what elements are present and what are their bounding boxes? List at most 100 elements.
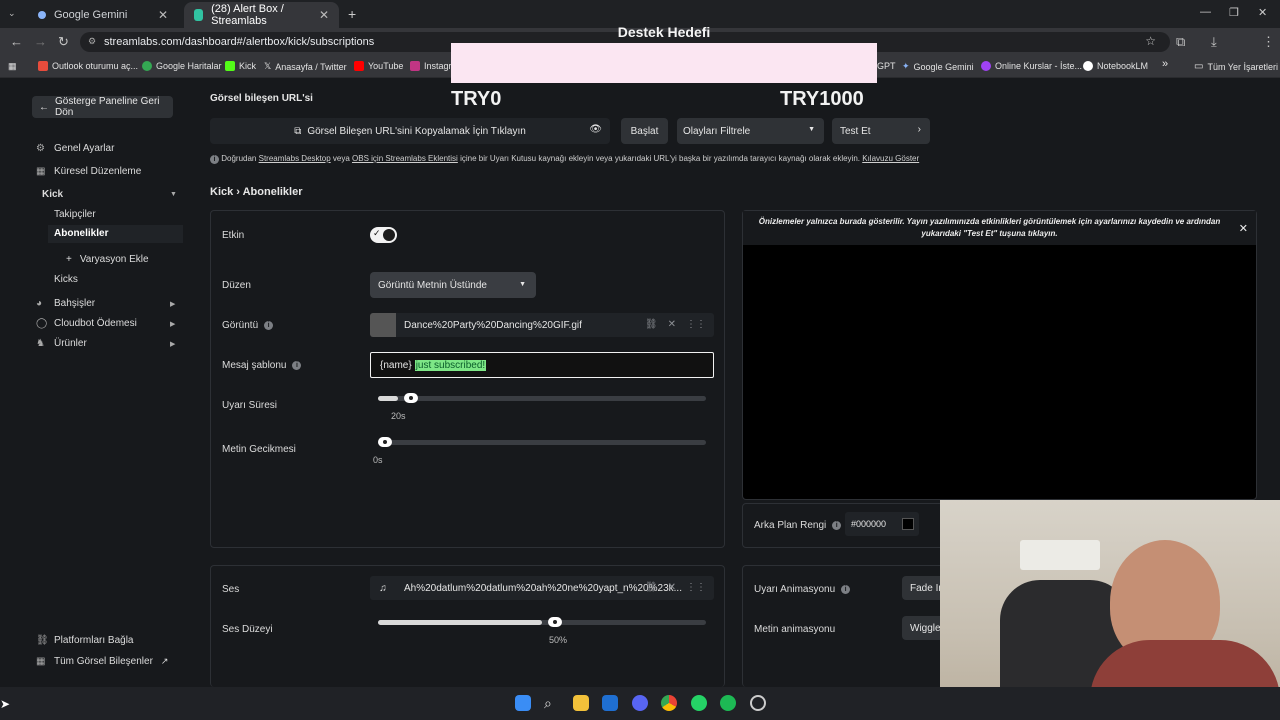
- start-button[interactable]: Başlat: [621, 118, 668, 144]
- row-actions: ⛓ ✕ ⋮⋮: [645, 319, 706, 330]
- windows-start-icon[interactable]: [515, 695, 531, 711]
- bookmark-courses[interactable]: Online Kurslar - İste...: [981, 61, 1082, 71]
- tab-list-icon[interactable]: ⌄: [8, 8, 16, 19]
- link-label: Tüm Görsel Bileşenler: [54, 656, 153, 667]
- obs-plugin-link[interactable]: OBS için Streamlabs Eklentisi: [352, 154, 458, 163]
- image-file-row[interactable]: Dance%20Party%20Dancing%20GIF.gif ⛓ ✕ ⋮⋮: [370, 313, 714, 337]
- music-icon: ♫: [379, 582, 387, 594]
- sidebar-item-global-edit[interactable]: ▦ Küresel Düzenleme: [36, 166, 141, 177]
- apps-icon[interactable]: ▦: [8, 61, 17, 72]
- volume-value: 50%: [549, 635, 568, 645]
- chrome-icon[interactable]: [661, 695, 677, 711]
- sound-file-row[interactable]: ♫ Ah%20datlum%20datlum%20ah%20ne%20yapt_…: [370, 576, 714, 600]
- menu-icon[interactable]: ⋮: [1262, 34, 1275, 50]
- info-icon[interactable]: i: [832, 521, 842, 530]
- test-label: Test Et: [840, 125, 871, 137]
- site-info-icon[interactable]: ⚙: [88, 36, 96, 47]
- bookmark-youtube[interactable]: YouTube: [354, 61, 403, 71]
- volume-label: Ses Düzeyi: [222, 624, 273, 635]
- sidebar-item-kick[interactable]: Kick ▼: [42, 189, 177, 200]
- sidebar-item-cloudbot[interactable]: ◯ Cloudbot Ödemesi ▶: [36, 318, 175, 329]
- sidebar-item-followers[interactable]: Takipçiler: [54, 209, 96, 220]
- bookmark-twitter[interactable]: 𝕏 Anasayfa / Twitter: [264, 61, 347, 72]
- close-window-icon[interactable]: ✕: [1258, 6, 1267, 19]
- link-icon[interactable]: ⛓: [645, 582, 658, 593]
- text-delay-slider[interactable]: [378, 437, 706, 447]
- new-tab-icon[interactable]: +: [348, 6, 356, 22]
- sidebar-item-label: Genel Ayarlar: [54, 143, 115, 154]
- bookmark-star-icon[interactable]: ☆: [1145, 34, 1156, 48]
- maximize-icon[interactable]: ❐: [1229, 6, 1239, 19]
- search-icon[interactable]: ⌕: [544, 695, 560, 711]
- more-bookmarks-icon[interactable]: »: [1162, 58, 1168, 70]
- grid-icon[interactable]: ⋮⋮: [686, 582, 706, 593]
- volume-slider[interactable]: [378, 617, 706, 627]
- download-icon[interactable]: ⤓: [1211, 34, 1217, 50]
- youtube-icon: [354, 61, 364, 71]
- close-icon[interactable]: ✕: [668, 582, 676, 593]
- bg-color-input[interactable]: #000000: [845, 512, 919, 536]
- sidebar-item-label: Cloudbot Ödemesi: [54, 318, 137, 329]
- close-icon[interactable]: ✕: [1239, 222, 1248, 235]
- info-icon[interactable]: i: [841, 585, 851, 594]
- bookmark-gemini[interactable]: ✦ Google Gemini: [902, 61, 974, 72]
- info-icon[interactable]: i: [292, 361, 302, 370]
- minimize-icon[interactable]: —: [1200, 6, 1211, 18]
- link-icon: ⛓: [36, 634, 49, 646]
- tab-google-gemini[interactable]: Google Gemini ✕: [28, 2, 178, 28]
- reload-icon[interactable]: ↻: [58, 34, 69, 50]
- extensions-icon[interactable]: ⧉: [1176, 34, 1185, 50]
- sidebar-item-subscriptions[interactable]: Abonelikler: [48, 225, 183, 243]
- back-to-dashboard-button[interactable]: ← Gösterge Paneline Geri Dön: [32, 96, 173, 118]
- gear-icon: ⚙: [36, 142, 45, 154]
- eye-icon[interactable]: 👁: [589, 124, 602, 135]
- forward-icon[interactable]: →: [34, 34, 47, 49]
- close-icon[interactable]: ✕: [158, 8, 168, 22]
- outlook-icon[interactable]: [602, 695, 618, 711]
- bookmark-kick[interactable]: Kick: [225, 61, 256, 71]
- info-icon[interactable]: i: [264, 321, 274, 330]
- breadcrumb: Kick › Abonelikler: [210, 186, 303, 198]
- bookmark-instagram[interactable]: Instagra: [410, 61, 457, 71]
- gemini-icon: ✦: [902, 61, 910, 71]
- copy-widget-url-button[interactable]: ⧉ Görsel Bileşen URL'sini Kopyalamak İçi…: [210, 118, 610, 144]
- link-icon[interactable]: ⛓: [645, 319, 658, 330]
- add-variation-button[interactable]: + Varyasyon Ekle: [66, 254, 149, 265]
- color-swatch[interactable]: [902, 518, 914, 530]
- enabled-toggle[interactable]: ✓: [370, 227, 397, 243]
- close-icon[interactable]: ✕: [319, 8, 329, 22]
- slider-handle[interactable]: [404, 393, 418, 403]
- whatsapp-icon[interactable]: [691, 695, 707, 711]
- sidebar-item-tips[interactable]: ◕ Bahşişler ▶: [36, 298, 175, 309]
- alert-duration-slider[interactable]: [378, 393, 706, 403]
- layout-select[interactable]: Görüntü Metnin Üstünde ▼: [370, 272, 536, 298]
- bookmark-outlook[interactable]: Outlook oturumu aç...: [38, 61, 138, 71]
- all-widgets-link[interactable]: ▦ Tüm Görsel Bileşenler ↗: [36, 656, 168, 667]
- back-icon[interactable]: ←: [10, 34, 23, 49]
- streamlabs-desktop-link[interactable]: Streamlabs Desktop: [259, 154, 331, 163]
- sidebar-item-general-settings[interactable]: ⚙ Genel Ayarlar: [36, 143, 114, 154]
- bookmark-all[interactable]: ▭ Tüm Yer İşaretleri: [1194, 61, 1278, 72]
- close-icon[interactable]: ✕: [668, 319, 676, 330]
- filter-events-select[interactable]: Olayları Filtrele ▼: [677, 118, 824, 144]
- connect-platforms-link[interactable]: ⛓ Platformları Bağla: [36, 635, 133, 646]
- test-button[interactable]: Test Et ›: [832, 118, 930, 144]
- slider-handle[interactable]: [548, 617, 562, 627]
- sidebar-item-kicks[interactable]: Kicks: [54, 274, 78, 285]
- caret-down-icon: ▼: [519, 281, 526, 288]
- bookmark-notebooklm[interactable]: NotebookLM: [1083, 61, 1148, 71]
- tab-streamlabs[interactable]: (28) Alert Box / Streamlabs ✕: [184, 2, 339, 28]
- file-explorer-icon[interactable]: [573, 695, 589, 711]
- bookmark-gpt[interactable]: GPT: [877, 61, 896, 71]
- bookmark-maps[interactable]: Google Haritalar: [142, 61, 222, 71]
- slider-handle[interactable]: [378, 437, 392, 447]
- discord-icon[interactable]: [632, 695, 648, 711]
- sidebar-item-products[interactable]: ♞ Ürünler ▶: [36, 338, 175, 349]
- text-animation-label: Metin animasyonu: [754, 624, 836, 635]
- obs-icon[interactable]: [750, 695, 766, 711]
- grid-icon[interactable]: ⋮⋮: [686, 319, 706, 330]
- goal-title: Destek Hedefi: [617, 24, 711, 40]
- show-guide-link[interactable]: Kılavuzu Göster: [862, 154, 919, 163]
- message-template-input[interactable]: {name} just subscribed!: [370, 352, 714, 378]
- spotify-icon[interactable]: [720, 695, 736, 711]
